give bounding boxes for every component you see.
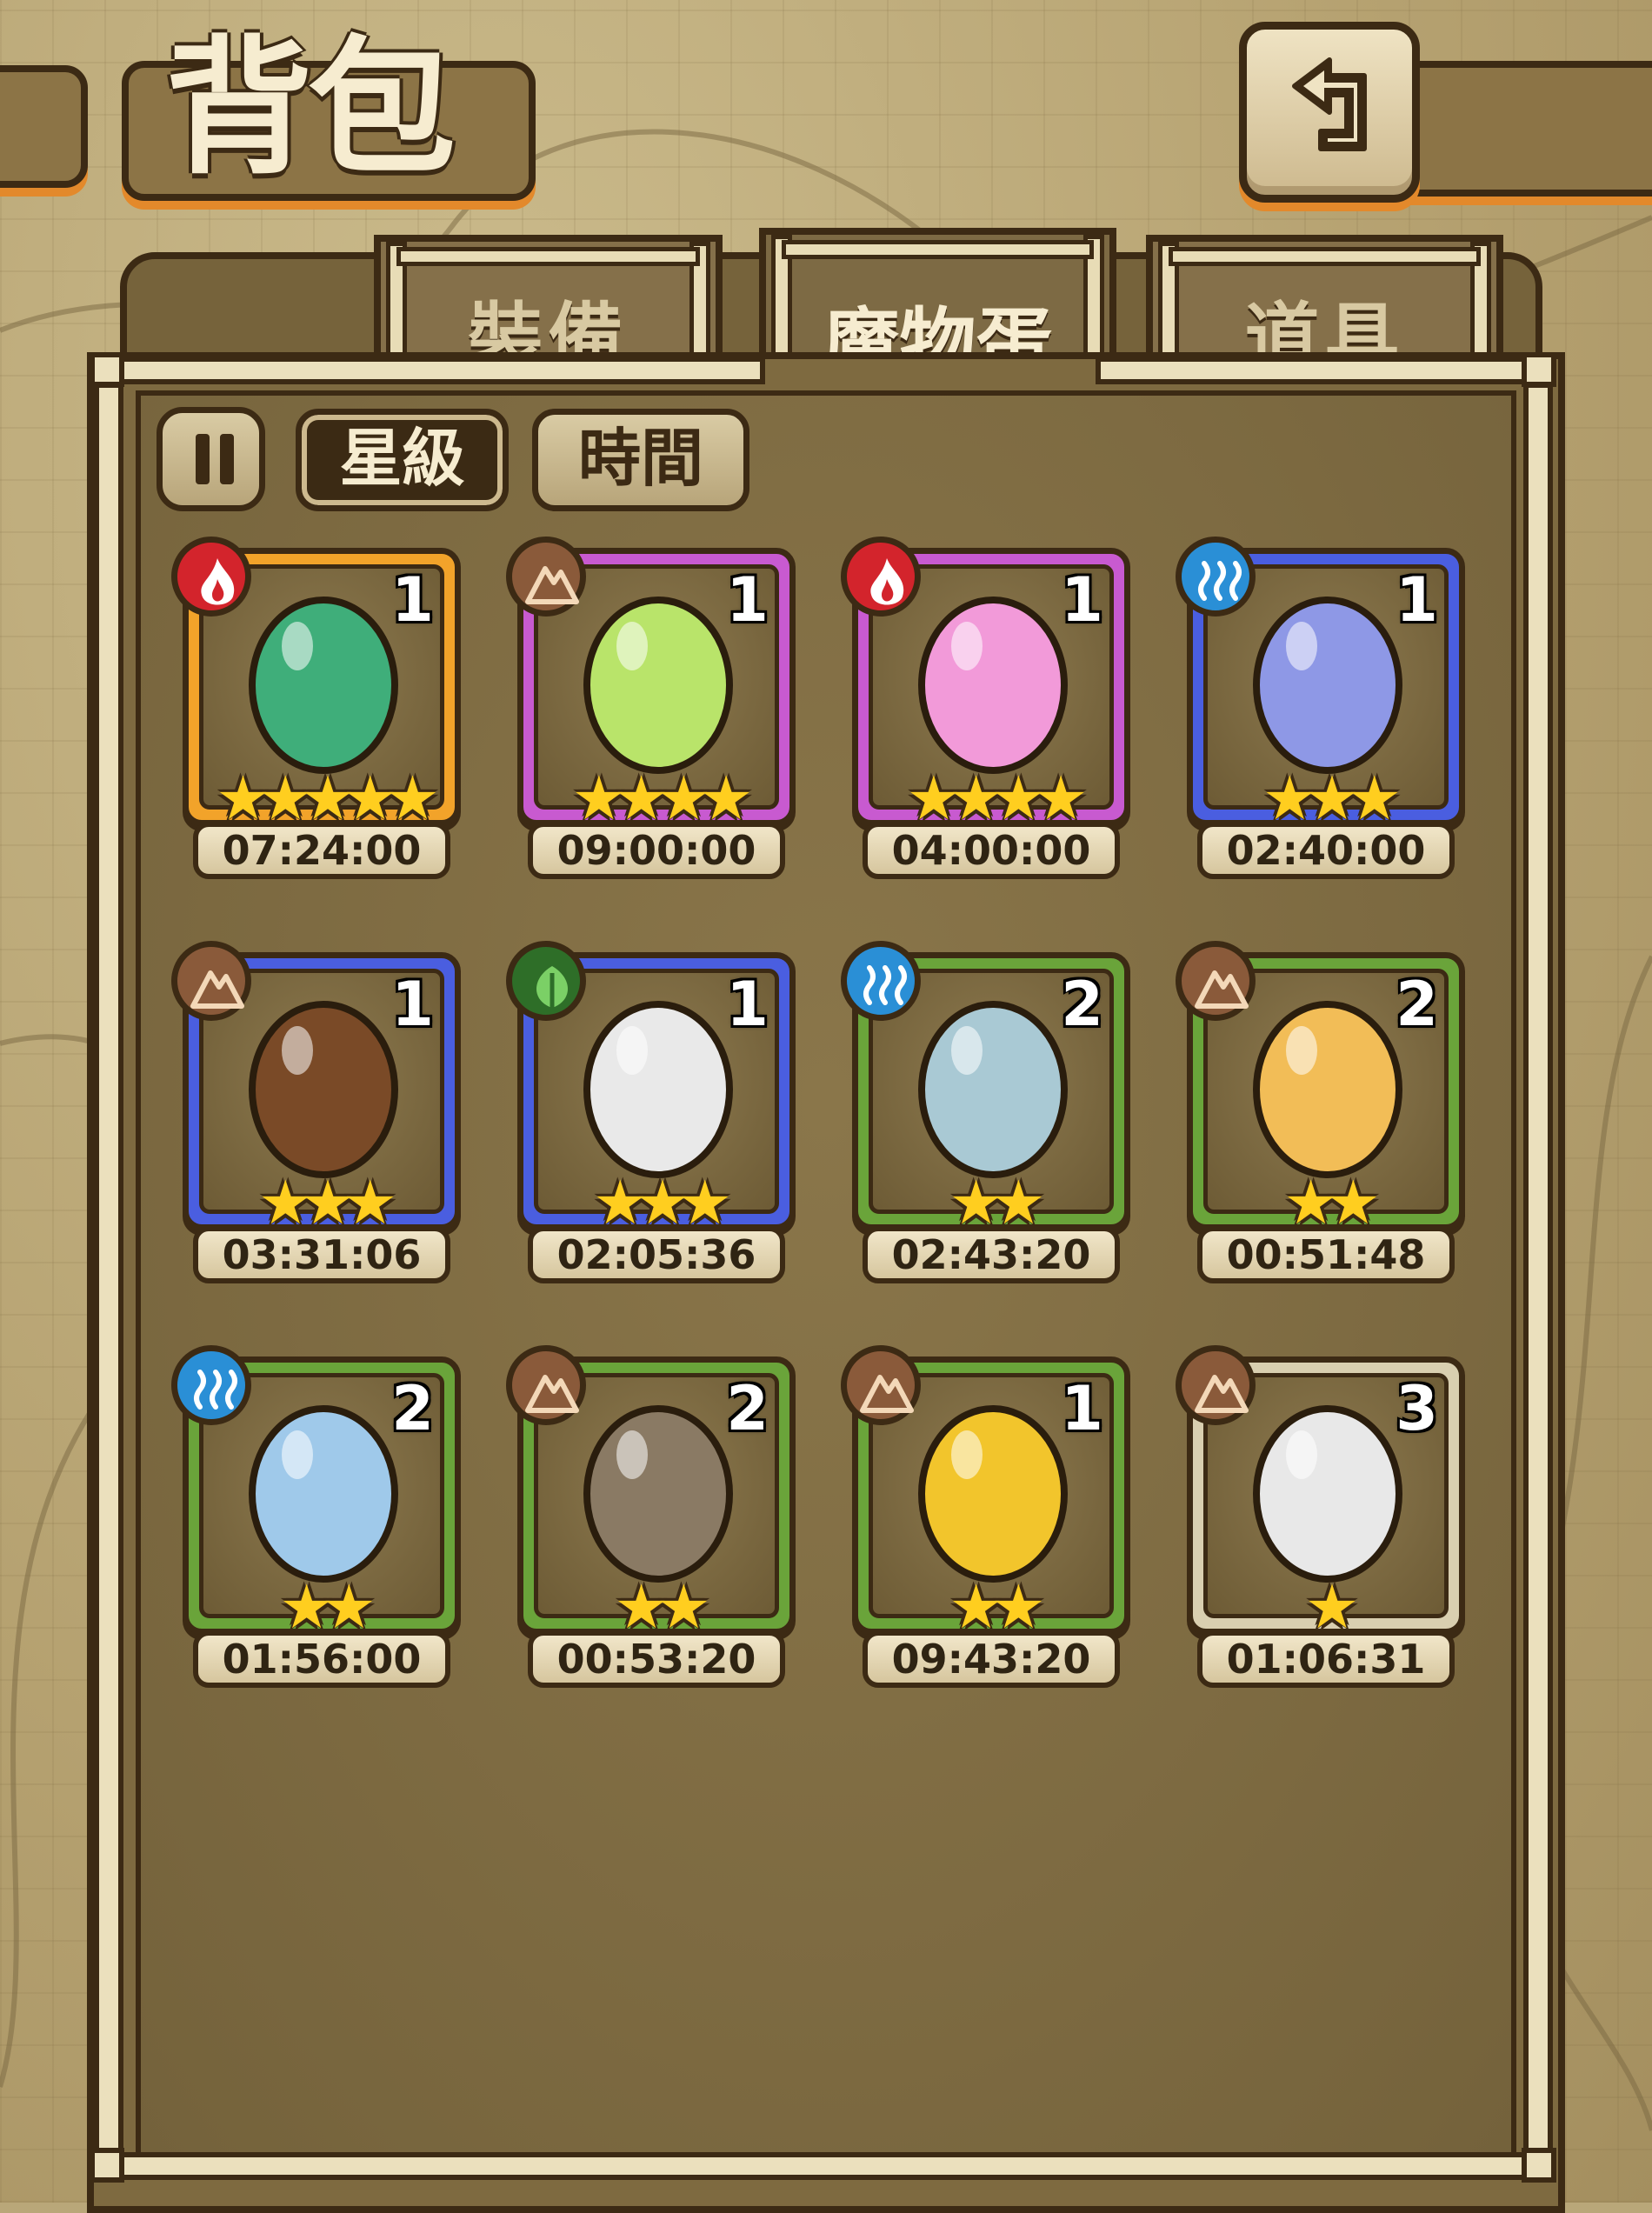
rail-knob (90, 2148, 124, 2183)
egg-card[interactable]: 1 ★★★ (1176, 537, 1465, 834)
hatch-timer: 04:00:00 (863, 822, 1120, 879)
star-rating: ★★ (1283, 1167, 1381, 1238)
egg-card[interactable]: 2 ★★ (1176, 941, 1465, 1238)
star-rating: ★★ (949, 1167, 1046, 1238)
hatch-timer: 09:00:00 (528, 822, 785, 879)
hatch-timer: 00:53:20 (528, 1630, 785, 1688)
egg-count: 1 (391, 564, 434, 636)
egg-count: 2 (726, 1373, 769, 1444)
fire-element-icon (171, 537, 251, 617)
earth-element-icon (1176, 941, 1256, 1021)
egg-card[interactable]: 2 ★★ (841, 941, 1130, 1238)
tab-rail (1169, 247, 1481, 266)
hatch-timer: 02:43:20 (863, 1226, 1120, 1283)
egg-count: 1 (1061, 1373, 1103, 1444)
earth-element-icon (506, 1345, 586, 1425)
star-rating: ★★★ (1262, 763, 1402, 834)
star-rating: ★★★★★ (216, 763, 440, 834)
wood-element-icon (506, 941, 586, 1021)
panel-rail-bottom (96, 2152, 1552, 2180)
egg-count: 2 (1061, 969, 1103, 1040)
egg-count: 2 (1396, 969, 1438, 1040)
hatch-timer: 02:05:36 (528, 1226, 785, 1283)
egg-card[interactable]: 1 ★★★★★ (171, 537, 461, 834)
earth-element-icon (841, 1345, 921, 1425)
rail-knob (1522, 2148, 1556, 2183)
sort-by-time-button[interactable]: 時間 (532, 409, 749, 511)
hatch-timer: 02:40:00 (1197, 822, 1455, 879)
star-rating: ★★★ (592, 1167, 732, 1238)
water-element-icon (841, 941, 921, 1021)
star-rating: ★★★ (257, 1167, 397, 1238)
earth-element-icon (506, 537, 586, 617)
panel-rail-top-left (96, 357, 765, 384)
tab-rail (782, 240, 1094, 259)
tab-items[interactable]: 道具 (1146, 235, 1503, 382)
egg-card[interactable]: 1 ★★★★ (841, 537, 1130, 834)
hatch-timer: 03:31:06 (193, 1226, 450, 1283)
earth-element-icon (171, 941, 251, 1021)
egg-card[interactable]: 2 ★★ (506, 1345, 796, 1643)
page-title: 背包 (165, 23, 456, 195)
hatch-timer: 07:24:00 (193, 822, 450, 879)
egg-count: 1 (726, 564, 769, 636)
star-rating: ★★ (614, 1571, 711, 1643)
hatch-timer: 01:56:00 (193, 1630, 450, 1688)
star-rating: ★★ (279, 1571, 376, 1643)
egg-count: 1 (391, 969, 434, 1040)
panel-rail-right (1523, 383, 1553, 2156)
sort-by-stars-button[interactable]: 星級 (296, 409, 509, 511)
hatch-timer: 01:06:31 (1197, 1630, 1455, 1688)
fire-element-icon (841, 537, 921, 617)
egg-card[interactable]: 1 ★★★★ (506, 537, 796, 834)
panel-rail-left (94, 383, 123, 2156)
rail-knob (1522, 352, 1556, 387)
egg-count: 1 (1396, 564, 1438, 636)
egg-count: 1 (1061, 564, 1103, 636)
egg-card[interactable]: 1 ★★★ (506, 941, 796, 1238)
egg-count: 2 (391, 1373, 434, 1444)
water-element-icon (1176, 537, 1256, 617)
water-element-icon (171, 1345, 251, 1425)
rail-knob (90, 352, 124, 387)
star-rating: ★★★★ (906, 763, 1088, 834)
tab-rail (396, 247, 700, 266)
hatch-timer: 00:51:48 (1197, 1226, 1455, 1283)
egg-card[interactable]: 3 ★ (1176, 1345, 1465, 1643)
sort-order-toggle[interactable] (157, 407, 265, 511)
back-arrow-icon (1292, 57, 1367, 151)
star-rating: ★★ (949, 1571, 1046, 1643)
earth-element-icon (1176, 1345, 1256, 1425)
star-rating: ★★★★ (571, 763, 753, 834)
star-rating: ★ (1304, 1571, 1360, 1643)
tab-equipment[interactable]: 裝備 (374, 235, 723, 382)
egg-card[interactable]: 1 ★★★ (171, 941, 461, 1238)
egg-count: 3 (1396, 1373, 1438, 1444)
egg-card[interactable]: 2 ★★ (171, 1345, 461, 1643)
egg-card[interactable]: 1 ★★ (841, 1345, 1130, 1643)
hatch-timer: 09:43:20 (863, 1630, 1120, 1688)
back-button[interactable] (1239, 22, 1420, 203)
panel-rail-top-right (1096, 357, 1548, 384)
egg-count: 1 (726, 969, 769, 1040)
header-left-stub (0, 65, 88, 188)
